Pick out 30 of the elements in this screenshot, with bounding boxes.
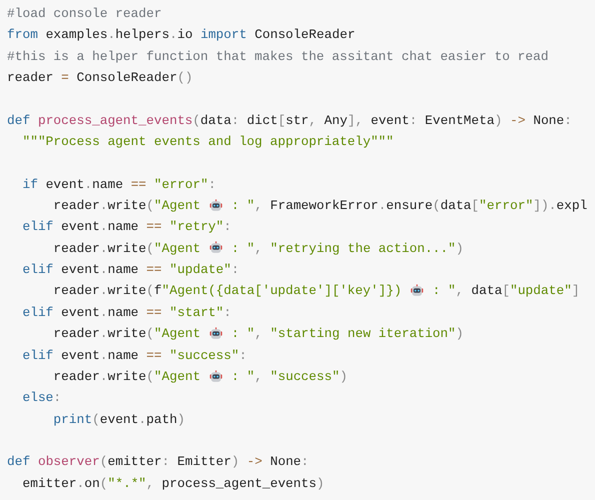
code-text: reader.write("Agent [52,240,202,258]
robot-icon [208,198,224,213]
code-text: """Process agent events and log appropriately""" [21,133,394,152]
code-text: : ", "retrying the action...") [230,240,464,258]
robot-icon [208,241,224,256]
code-text: emitter.on("*.*", process_agent_events) [21,474,324,493]
code-text: from examples.helpers.io import ConsoleReader [7,26,356,44]
code-text: def process_agent_events(data: dict[str, Any], event: EventMeta) -> None: [7,112,572,130]
code-text: elif event.name == "retry": [21,218,232,236]
code-text: reader = ConsoleReader() [7,69,193,88]
code-text: : ", FrameworkError.ensure(data["error"]).expl [230,197,588,216]
code-text: def observer(emitter: Emitter) -> None: [7,453,309,472]
code-text: #load console reader [7,5,162,23]
code-text: : ", "success") [230,368,348,386]
robot-icon [208,370,224,384]
code-text: reader.write("Agent [52,197,202,216]
code-text: print(event.path) [52,410,185,429]
code-text: reader.write("Agent [52,325,202,344]
code-text: : ", "starting new iteration") [230,325,464,344]
code-text: else: [21,389,62,408]
code-text: elif event.name == "success": [21,346,247,364]
robot-icon [409,284,425,298]
code-text: reader.write(f"Agent({data['update']['key']}) [52,282,403,300]
robot-icon [208,326,224,341]
code-text: #this is a helper function that makes the assitant chat easier to read [7,48,548,66]
code-text: if event.name == "error": [21,176,216,194]
code-text: : ", data["update"] [432,282,580,300]
code-text: reader.write("Agent [52,368,202,386]
code-text: elif event.name == "update": [21,261,240,280]
code-text: elif event.name == "start": [21,304,232,322]
